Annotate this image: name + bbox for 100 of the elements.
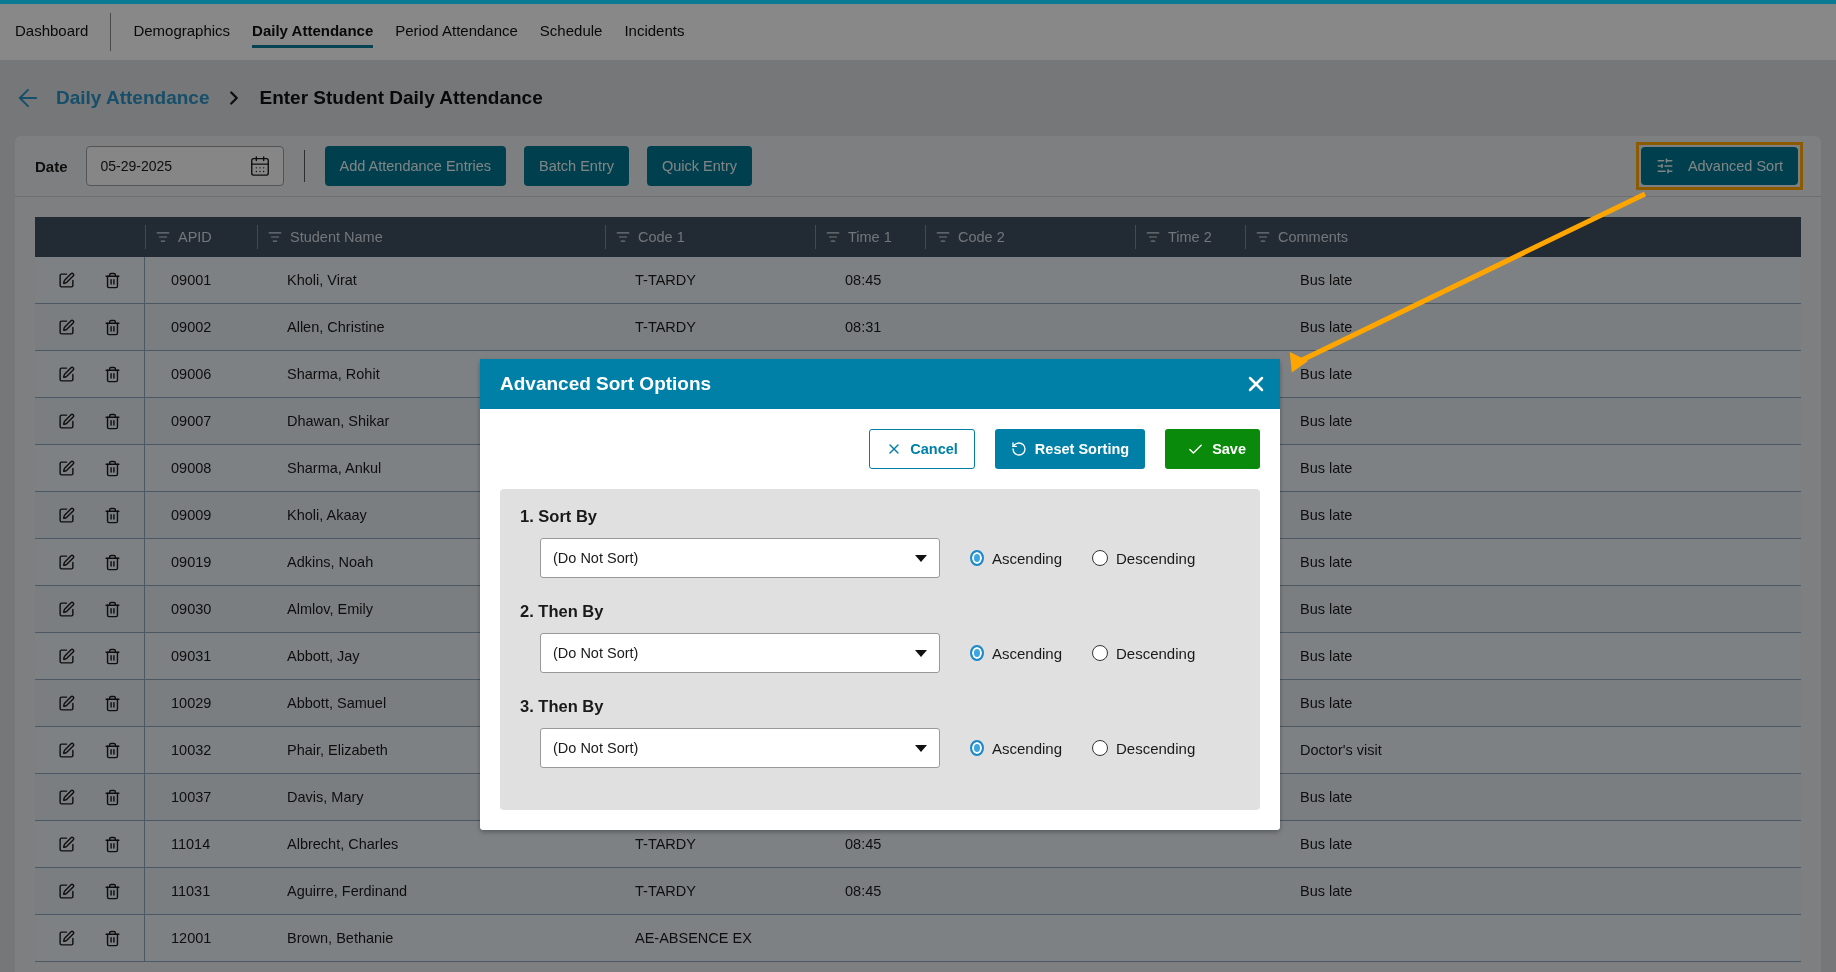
- nav-tab[interactable]: Incidents: [624, 16, 685, 48]
- trash-icon[interactable]: [104, 929, 122, 947]
- sliders-icon: [1655, 157, 1674, 175]
- filter-icon[interactable]: [616, 230, 630, 244]
- table-cell: Bus late: [1300, 413, 1353, 429]
- sort-field-dropdown[interactable]: (Do Not Sort): [540, 538, 940, 578]
- trash-icon[interactable]: [104, 412, 122, 430]
- table-cell: Bus late: [1300, 366, 1353, 382]
- column-header[interactable]: APID: [178, 229, 212, 245]
- trash-icon[interactable]: [104, 741, 122, 759]
- nav-tab[interactable]: Dashboard: [15, 16, 89, 48]
- date-field[interactable]: 05-29-2025: [85, 146, 284, 186]
- edit-icon[interactable]: [57, 365, 75, 383]
- nav-tab[interactable]: Schedule: [539, 16, 603, 48]
- caret-icon: [915, 744, 927, 752]
- trash-icon[interactable]: [104, 788, 122, 806]
- trash-icon[interactable]: [104, 553, 122, 571]
- reset-icon: [1010, 441, 1027, 457]
- order-radio[interactable]: Ascending: [970, 644, 1062, 662]
- edit-icon[interactable]: [57, 647, 75, 665]
- table-cell: T-TARDY: [635, 836, 696, 852]
- column-header[interactable]: Time 1: [848, 229, 892, 245]
- edit-icon[interactable]: [57, 459, 75, 477]
- toolbar-button[interactable]: Quick Entry: [647, 146, 752, 186]
- table-cell: Bus late: [1300, 601, 1353, 617]
- table-cell: 08:31: [845, 319, 882, 335]
- column-header[interactable]: Code 1: [638, 229, 685, 245]
- table-cell: 09007: [171, 413, 212, 429]
- order-radio[interactable]: Descending: [1092, 739, 1202, 757]
- table-cell: 09002: [171, 319, 212, 335]
- filter-icon[interactable]: [1256, 230, 1270, 244]
- filter-icon[interactable]: [826, 230, 840, 244]
- column-header[interactable]: Code 2: [958, 229, 1005, 245]
- trash-icon[interactable]: [104, 694, 122, 712]
- edit-icon[interactable]: [57, 506, 75, 524]
- trash-icon[interactable]: [104, 600, 122, 618]
- reset-sorting-button[interactable]: Reset Sorting: [994, 429, 1146, 469]
- column-header[interactable]: Student Name: [290, 229, 383, 245]
- table-cell: 10029: [171, 695, 212, 711]
- edit-icon[interactable]: [57, 835, 75, 853]
- edit-icon[interactable]: [57, 412, 75, 430]
- order-radio[interactable]: Descending: [1092, 644, 1202, 662]
- table-cell: Bus late: [1300, 789, 1353, 805]
- filter-icon[interactable]: [1146, 230, 1160, 244]
- advanced-sort-button[interactable]: Advanced Sort: [1640, 147, 1798, 185]
- trash-icon[interactable]: [104, 647, 122, 665]
- column-header[interactable]: Time 2: [1168, 229, 1212, 245]
- edit-icon[interactable]: [57, 600, 75, 618]
- order-radio[interactable]: Ascending: [970, 739, 1062, 757]
- cancel-button[interactable]: Cancel: [869, 429, 975, 469]
- nav-tab[interactable]: Demographics: [133, 16, 231, 48]
- toolbar-button[interactable]: Batch Entry: [524, 146, 630, 186]
- nav-tab[interactable]: Daily Attendance: [252, 16, 374, 48]
- table-cell: Phair, Elizabeth: [287, 742, 388, 758]
- table-cell: Bus late: [1300, 460, 1353, 476]
- trash-icon[interactable]: [104, 835, 122, 853]
- table-cell: Bus late: [1300, 695, 1353, 711]
- caret-icon: [915, 649, 927, 657]
- table-cell: T-TARDY: [635, 319, 696, 335]
- edit-icon[interactable]: [57, 882, 75, 900]
- table-cell: Bus late: [1300, 554, 1353, 570]
- calendar-icon[interactable]: [248, 155, 271, 177]
- filter-icon[interactable]: [268, 230, 282, 244]
- trash-icon[interactable]: [104, 506, 122, 524]
- edit-icon[interactable]: [57, 929, 75, 947]
- table-cell: 11031: [171, 883, 211, 899]
- trash-icon[interactable]: [104, 365, 122, 383]
- trash-icon[interactable]: [104, 459, 122, 477]
- table-cell: 10037: [171, 789, 212, 805]
- table-cell: Kholi, Akaay: [287, 507, 367, 523]
- edit-icon[interactable]: [57, 694, 75, 712]
- edit-icon[interactable]: [57, 741, 75, 759]
- trash-icon[interactable]: [104, 882, 122, 900]
- order-radio[interactable]: Ascending: [970, 549, 1062, 567]
- dialog-title: Advanced Sort Options: [500, 373, 712, 395]
- table-cell: Sharma, Rohit: [287, 366, 380, 382]
- column-header[interactable]: Comments: [1278, 229, 1349, 245]
- sort-field-dropdown[interactable]: (Do Not Sort): [540, 633, 940, 673]
- nav-tab[interactable]: Period Attendance: [395, 16, 518, 48]
- table-cell: Allen, Christine: [287, 319, 385, 335]
- trash-icon[interactable]: [104, 271, 122, 289]
- edit-icon[interactable]: [57, 271, 75, 289]
- table-cell: 08:45: [845, 883, 882, 899]
- edit-icon[interactable]: [57, 553, 75, 571]
- edit-icon[interactable]: [57, 318, 75, 336]
- toolbar-button[interactable]: Add Attendance Entries: [324, 146, 507, 186]
- table-cell: Bus late: [1300, 648, 1353, 664]
- filter-icon[interactable]: [156, 230, 170, 244]
- order-radio[interactable]: Descending: [1092, 549, 1202, 567]
- table-cell: 09009: [171, 507, 212, 523]
- table-cell: Bus late: [1300, 272, 1353, 288]
- edit-icon[interactable]: [57, 788, 75, 806]
- date-label: Date: [35, 157, 68, 175]
- filter-icon[interactable]: [936, 230, 950, 244]
- table-cell: Bus late: [1300, 883, 1353, 899]
- save-button[interactable]: Save: [1165, 429, 1260, 469]
- table-cell: Albrecht, Charles: [287, 836, 399, 852]
- trash-icon[interactable]: [104, 318, 122, 336]
- page-title: Enter Student Daily Attendance: [259, 87, 543, 109]
- sort-field-dropdown[interactable]: (Do Not Sort): [540, 728, 940, 768]
